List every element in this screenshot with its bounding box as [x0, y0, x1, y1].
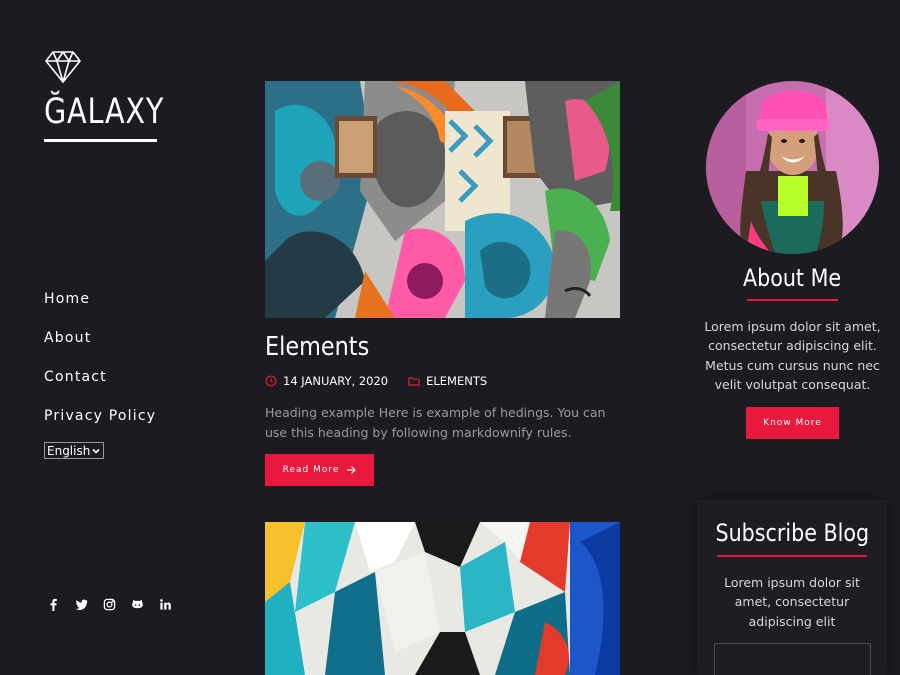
facebook-icon[interactable] — [46, 597, 61, 612]
post-thumbnail[interactable] — [265, 522, 620, 675]
post-meta: 14 JANUARY, 2020 ELEMENTS — [265, 374, 487, 388]
author-avatar — [706, 81, 879, 254]
twitter-icon[interactable] — [74, 597, 89, 612]
nav-item-contact[interactable]: Contact — [44, 368, 156, 407]
about-underline — [747, 299, 838, 301]
logo-underline — [44, 139, 157, 142]
know-more-button[interactable]: Know More — [746, 407, 839, 439]
subscribe-heading: Subscribe Blog — [697, 517, 887, 549]
nav-item-about[interactable]: About — [44, 329, 156, 368]
post-title[interactable]: Elements — [265, 330, 369, 364]
github-icon[interactable] — [130, 597, 145, 612]
instagram-icon[interactable] — [102, 597, 117, 612]
post-thumbnail[interactable] — [265, 81, 620, 318]
post-excerpt: Heading example Here is example of hedin… — [265, 405, 606, 440]
diamond-icon — [45, 51, 81, 83]
main-nav: Home About Contact Privacy Policy — [44, 290, 156, 446]
nav-item-privacy-policy[interactable]: Privacy Policy — [44, 407, 156, 446]
read-more-label: Read More — [282, 465, 340, 475]
chevron-down-icon — [92, 448, 100, 454]
language-select[interactable]: English — [44, 442, 104, 459]
subscribe-underline — [717, 555, 867, 557]
about-me-heading: About Me — [706, 262, 879, 294]
brand-logo[interactable]: ĞALAXY — [44, 90, 164, 134]
post-category[interactable]: ELEMENTS — [426, 374, 487, 388]
mural-artwork-image — [265, 81, 620, 318]
linkedin-icon[interactable] — [158, 597, 173, 612]
clock-icon — [265, 375, 277, 387]
arrow-right-icon — [347, 466, 357, 474]
social-links — [46, 597, 173, 612]
author-photo — [706, 81, 879, 254]
about-me-text: Lorem ipsum dolor sit amet, consectetur … — [704, 319, 881, 392]
subscribe-heading-text: Subscribe Blog — [715, 519, 869, 547]
post-date: 14 JANUARY, 2020 — [283, 374, 389, 388]
nav-item-home[interactable]: Home — [44, 290, 156, 329]
subscribe-text: Lorem ipsum dolor sit amet, consectetur … — [724, 575, 860, 629]
about-me-heading-text: About Me — [743, 264, 842, 292]
read-more-button[interactable]: Read More — [265, 454, 374, 486]
subscribe-email-input[interactable] — [714, 643, 871, 675]
abstract-mural-image — [265, 522, 620, 675]
language-selected-value: English — [47, 443, 91, 458]
folder-icon — [408, 377, 420, 386]
